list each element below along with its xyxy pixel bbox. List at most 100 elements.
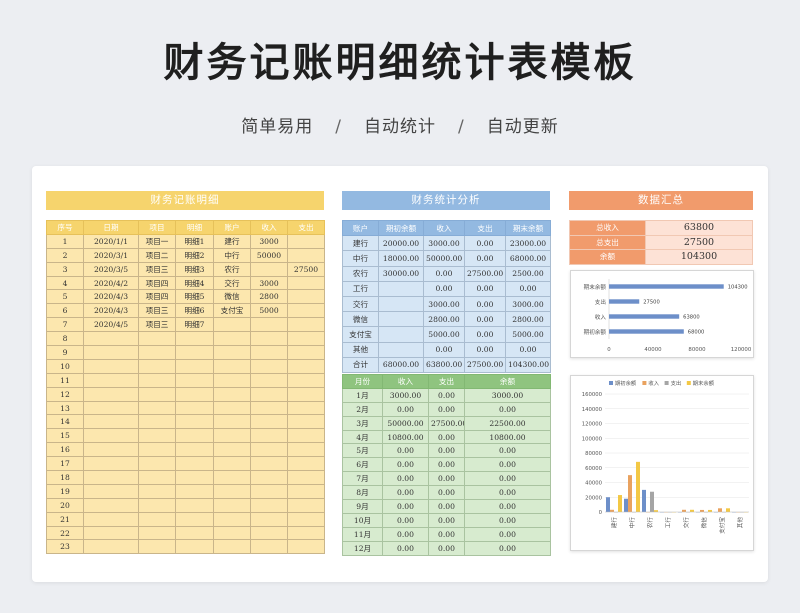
journal-cell[interactable] bbox=[138, 372, 176, 388]
journal-cell[interactable]: 5 bbox=[46, 289, 84, 305]
journal-cell[interactable] bbox=[250, 261, 288, 277]
stats-cell[interactable]: 104300.00 bbox=[505, 356, 551, 373]
journal-cell[interactable]: 农行 bbox=[213, 261, 251, 277]
stats-cell[interactable]: 0.00 bbox=[423, 280, 465, 297]
journal-cell[interactable] bbox=[213, 539, 251, 555]
journal-cell[interactable] bbox=[287, 275, 325, 291]
journal-cell[interactable] bbox=[213, 483, 251, 499]
journal-cell[interactable] bbox=[213, 511, 251, 527]
stats-cell[interactable]: 微信 bbox=[342, 311, 379, 328]
monthly-cell[interactable]: 0.00 bbox=[428, 485, 465, 501]
monthly-cell[interactable]: 0.00 bbox=[382, 443, 429, 459]
journal-cell[interactable] bbox=[250, 511, 288, 527]
stats-cell[interactable] bbox=[378, 280, 424, 297]
journal-cell[interactable]: 明细3 bbox=[175, 261, 214, 277]
journal-cell[interactable]: 3 bbox=[46, 261, 84, 277]
journal-cell[interactable] bbox=[175, 345, 214, 360]
journal-cell[interactable] bbox=[138, 497, 176, 513]
journal-cell[interactable] bbox=[138, 470, 176, 485]
journal-cell[interactable] bbox=[213, 358, 251, 374]
journal-cell[interactable] bbox=[250, 525, 288, 541]
journal-cell[interactable] bbox=[138, 358, 176, 374]
journal-cell[interactable] bbox=[83, 456, 139, 472]
stats-cell[interactable]: 3000.00 bbox=[423, 295, 465, 313]
journal-cell[interactable] bbox=[287, 247, 325, 263]
journal-cell[interactable] bbox=[83, 511, 139, 527]
journal-cell[interactable]: 2020/4/5 bbox=[83, 317, 139, 333]
monthly-cell[interactable]: 4月 bbox=[342, 429, 383, 445]
journal-cell[interactable] bbox=[175, 400, 214, 416]
journal-cell[interactable] bbox=[287, 358, 325, 374]
journal-cell[interactable]: 17 bbox=[46, 456, 84, 472]
journal-cell[interactable] bbox=[83, 372, 139, 388]
journal-cell[interactable]: 项目三 bbox=[138, 303, 176, 319]
journal-cell[interactable]: 明细4 bbox=[175, 275, 214, 291]
journal-cell[interactable] bbox=[175, 470, 214, 485]
monthly-cell[interactable]: 50000.00 bbox=[382, 415, 429, 431]
journal-cell[interactable]: 18 bbox=[46, 470, 84, 485]
monthly-cell[interactable]: 0.00 bbox=[428, 457, 465, 473]
journal-cell[interactable] bbox=[250, 358, 288, 374]
journal-cell[interactable] bbox=[287, 289, 325, 305]
journal-cell[interactable]: 支付宝 bbox=[213, 303, 251, 319]
monthly-cell[interactable]: 8月 bbox=[342, 485, 383, 501]
journal-cell[interactable] bbox=[83, 358, 139, 374]
journal-cell[interactable] bbox=[250, 539, 288, 555]
journal-cell[interactable]: 27500 bbox=[287, 261, 325, 277]
stats-cell[interactable]: 0.00 bbox=[464, 311, 506, 328]
journal-cell[interactable]: 3000 bbox=[250, 275, 288, 291]
journal-cell[interactable] bbox=[83, 525, 139, 541]
monthly-cell[interactable]: 2月 bbox=[342, 401, 383, 417]
journal-cell[interactable] bbox=[138, 400, 176, 416]
stats-cell[interactable]: 农行 bbox=[342, 265, 379, 282]
stats-cell[interactable]: 27500.00 bbox=[464, 265, 506, 282]
journal-cell[interactable]: 明细5 bbox=[175, 289, 214, 305]
stats-cell[interactable]: 2500.00 bbox=[505, 265, 551, 282]
journal-cell[interactable] bbox=[138, 539, 176, 555]
journal-cell[interactable]: 14 bbox=[46, 414, 84, 430]
stats-cell[interactable]: 2800.00 bbox=[423, 311, 465, 328]
journal-cell[interactable] bbox=[213, 414, 251, 430]
stats-cell[interactable]: 中行 bbox=[342, 250, 379, 267]
stats-cell[interactable]: 0.00 bbox=[464, 326, 506, 343]
journal-cell[interactable] bbox=[83, 428, 139, 444]
journal-cell[interactable] bbox=[250, 470, 288, 485]
journal-cell[interactable] bbox=[250, 345, 288, 360]
journal-cell[interactable]: 2020/1/1 bbox=[83, 233, 139, 249]
monthly-cell[interactable]: 0.00 bbox=[382, 512, 429, 528]
stats-cell[interactable]: 0.00 bbox=[464, 341, 506, 358]
stats-cell[interactable]: 3000.00 bbox=[423, 235, 465, 252]
journal-cell[interactable] bbox=[138, 483, 176, 499]
stats-cell[interactable]: 工行 bbox=[342, 280, 379, 297]
journal-cell[interactable]: 15 bbox=[46, 428, 84, 444]
journal-cell[interactable]: 2020/4/3 bbox=[83, 289, 139, 305]
journal-cell[interactable] bbox=[213, 386, 251, 402]
journal-cell[interactable]: 2020/4/2 bbox=[83, 275, 139, 291]
journal-cell[interactable] bbox=[250, 456, 288, 472]
monthly-cell[interactable]: 0.00 bbox=[382, 457, 429, 473]
monthly-cell[interactable]: 0.00 bbox=[428, 471, 465, 487]
journal-cell[interactable] bbox=[138, 331, 176, 347]
stats-cell[interactable]: 5000.00 bbox=[423, 326, 465, 343]
stats-cell[interactable]: 68000.00 bbox=[378, 356, 424, 373]
journal-cell[interactable] bbox=[175, 386, 214, 402]
journal-cell[interactable] bbox=[287, 511, 325, 527]
stats-cell[interactable] bbox=[378, 326, 424, 343]
monthly-cell[interactable]: 0.00 bbox=[464, 401, 551, 417]
journal-cell[interactable] bbox=[250, 331, 288, 347]
journal-cell[interactable] bbox=[83, 470, 139, 485]
journal-cell[interactable] bbox=[175, 539, 214, 555]
journal-cell[interactable] bbox=[250, 428, 288, 444]
journal-cell[interactable] bbox=[83, 414, 139, 430]
clustered-column-chart[interactable]: 期初余额 收入 支出 期末余额 0 20000 40000 60000 80000 100000 1… bbox=[570, 375, 754, 551]
journal-cell[interactable]: 明细1 bbox=[175, 233, 214, 249]
stats-cell[interactable]: 建行 bbox=[342, 235, 379, 252]
journal-cell[interactable] bbox=[287, 317, 325, 333]
monthly-cell[interactable]: 0.00 bbox=[464, 485, 551, 501]
monthly-cell[interactable]: 0.00 bbox=[428, 443, 465, 459]
monthly-cell[interactable]: 3月 bbox=[342, 415, 383, 431]
journal-cell[interactable] bbox=[250, 483, 288, 499]
journal-cell[interactable] bbox=[83, 331, 139, 347]
stats-cell[interactable]: 0.00 bbox=[505, 280, 551, 297]
journal-cell[interactable]: 12 bbox=[46, 386, 84, 402]
